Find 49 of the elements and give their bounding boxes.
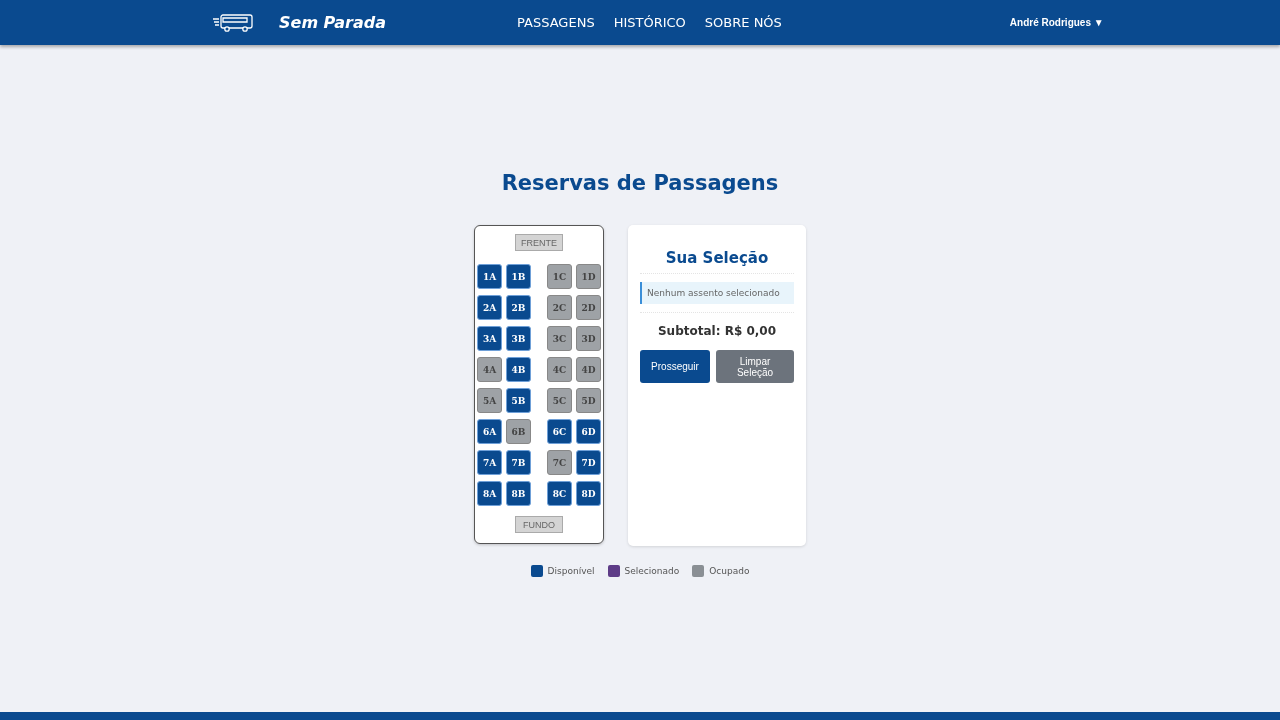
seat-button[interactable]: 5D bbox=[576, 388, 601, 413]
seat-button[interactable]: 4D bbox=[576, 357, 601, 382]
legend-label: Selecionado bbox=[624, 566, 680, 576]
seat-button[interactable]: 2B bbox=[506, 295, 531, 320]
seat-button[interactable]: 1B bbox=[506, 264, 531, 289]
selection-title: Sua Seleção bbox=[640, 249, 794, 274]
seat-button[interactable]: 1C bbox=[547, 264, 572, 289]
seat-button[interactable]: 6B bbox=[506, 419, 531, 444]
seat-button[interactable]: 6A bbox=[477, 419, 502, 444]
seat-button[interactable]: 7B bbox=[506, 450, 531, 475]
seat-button[interactable]: 4C bbox=[547, 357, 572, 382]
bus-icon bbox=[212, 12, 254, 33]
seat-button[interactable]: 8D bbox=[576, 481, 601, 506]
proceed-button[interactable]: Prosseguir bbox=[640, 350, 710, 383]
seat-button[interactable]: 8B bbox=[506, 481, 531, 506]
seat-button[interactable]: 8A bbox=[477, 481, 502, 506]
front-label: FRENTE bbox=[515, 234, 563, 251]
seat-button[interactable]: 1A bbox=[477, 264, 502, 289]
user-menu[interactable]: André Rodrigues ▼ bbox=[1009, 17, 1104, 28]
seat-button[interactable]: 7A bbox=[477, 450, 502, 475]
nav-link[interactable]: SOBRE NÓS bbox=[704, 15, 782, 30]
seat-button[interactable]: 3D bbox=[576, 326, 601, 351]
nav-link[interactable]: HISTÓRICO bbox=[613, 15, 686, 30]
seat-button[interactable]: 5A bbox=[477, 388, 502, 413]
brand-name: Sem Parada bbox=[279, 13, 387, 32]
seat-button[interactable]: 3B bbox=[506, 326, 531, 351]
clear-button[interactable]: Limpar Seleção bbox=[716, 350, 794, 383]
page-title: Reservas de Passagens bbox=[501, 171, 779, 195]
seat-button[interactable]: 2D bbox=[576, 295, 601, 320]
seat-button[interactable]: 3C bbox=[547, 326, 572, 351]
nav-link[interactable]: PASSAGENS bbox=[517, 15, 595, 30]
seat-button[interactable]: 6C bbox=[547, 419, 572, 444]
seat-button[interactable]: 2A bbox=[477, 295, 502, 320]
seat-button[interactable]: 4A bbox=[477, 357, 502, 382]
seat-button[interactable]: 5B bbox=[506, 388, 531, 413]
seat-button[interactable]: 1D bbox=[576, 264, 601, 289]
seat-button[interactable]: 4B bbox=[506, 357, 531, 382]
legend-label: Disponível bbox=[547, 566, 595, 576]
seat-button[interactable]: 5C bbox=[547, 388, 572, 413]
seat-button[interactable]: 7C bbox=[547, 450, 572, 475]
subtotal: Subtotal: R$ 0,00 bbox=[656, 324, 778, 338]
seat-button[interactable]: 7D bbox=[576, 450, 601, 475]
seat-button[interactable]: 8C bbox=[547, 481, 572, 506]
seat-button[interactable]: 6D bbox=[576, 419, 601, 444]
back-label: FUNDO bbox=[515, 516, 563, 533]
legend-label: Ocupado bbox=[709, 566, 750, 576]
seat-button[interactable]: 3A bbox=[477, 326, 502, 351]
seat-button[interactable]: 2C bbox=[547, 295, 572, 320]
empty-message: Nenhum assento selecionado bbox=[640, 282, 794, 304]
